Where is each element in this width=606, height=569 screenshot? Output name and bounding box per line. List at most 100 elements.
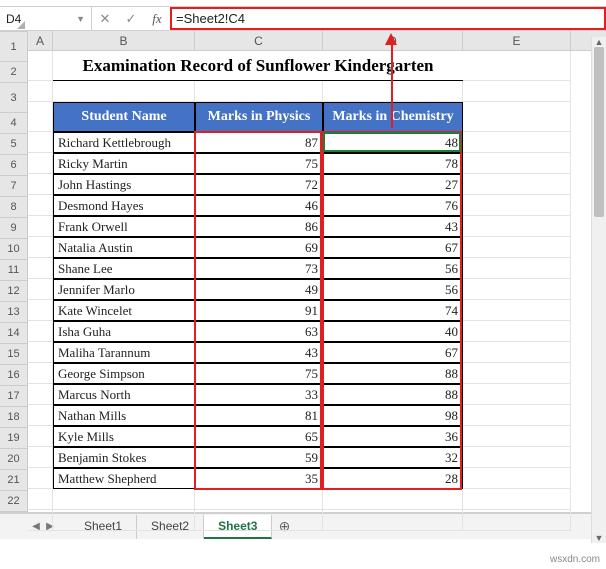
name-box-dropdown-icon[interactable]: ▼ [76,14,85,24]
row-header-17[interactable]: 17 [0,386,28,407]
cell-A15[interactable] [28,363,53,384]
cell-E6[interactable] [463,174,571,195]
row-header-12[interactable]: 12 [0,281,28,302]
physics-row15[interactable]: 75 [195,363,323,384]
student-name-row17[interactable]: Nathan Mills [53,405,195,426]
cell-E7[interactable] [463,195,571,216]
cell-E9[interactable] [463,237,571,258]
chemistry-row9[interactable]: 67 [323,237,463,258]
cell-E8[interactable] [463,216,571,237]
physics-row19[interactable]: 59 [195,447,323,468]
name-box[interactable]: D4 ▼ [0,7,92,30]
row-header-1[interactable]: 1 [0,32,28,62]
student-name-row8[interactable]: Frank Orwell [53,216,195,237]
cell-E11[interactable] [463,279,571,300]
cell-E22[interactable] [463,510,571,531]
row-header-10[interactable]: 10 [0,239,28,260]
chemistry-row20[interactable]: 28 [323,468,463,489]
physics-row7[interactable]: 46 [195,195,323,216]
student-name-row7[interactable]: Desmond Hayes [53,195,195,216]
header-chemistry[interactable]: Marks in Chemistry [323,102,463,132]
column-header-E[interactable]: E [463,31,571,50]
row-header-5[interactable]: 5 [0,134,28,155]
cell-A1[interactable] [28,51,53,81]
student-name-row15[interactable]: George Simpson [53,363,195,384]
cell-A20[interactable] [28,468,53,489]
cell-A19[interactable] [28,447,53,468]
cell-E14[interactable] [463,342,571,363]
cell-A16[interactable] [28,384,53,405]
row-header-18[interactable]: 18 [0,407,28,428]
formula-input[interactable]: =Sheet2!C4 [170,7,606,30]
cell-E18[interactable] [463,426,571,447]
cell-D2[interactable] [323,81,463,102]
cell-E21[interactable] [463,489,571,510]
row-header-21[interactable]: 21 [0,470,28,491]
column-header-C[interactable]: C [195,31,323,50]
student-name-row9[interactable]: Natalia Austin [53,237,195,258]
chemistry-row8[interactable]: 43 [323,216,463,237]
cell-A6[interactable] [28,174,53,195]
student-name-row6[interactable]: John Hastings [53,174,195,195]
cell-E5[interactable] [463,153,571,174]
cell-A8[interactable] [28,216,53,237]
student-name-row19[interactable]: Benjamin Stokes [53,447,195,468]
student-name-row20[interactable]: Matthew Shepherd [53,468,195,489]
cell-C22[interactable] [195,510,323,531]
row-header-13[interactable]: 13 [0,302,28,323]
chemistry-row19[interactable]: 32 [323,447,463,468]
physics-row9[interactable]: 69 [195,237,323,258]
cell-A3[interactable] [28,102,53,132]
student-name-row5[interactable]: Ricky Martin [53,153,195,174]
row-header-16[interactable]: 16 [0,365,28,386]
row-header-8[interactable]: 8 [0,197,28,218]
physics-row4[interactable]: 87 [195,132,323,153]
cell-E19[interactable] [463,447,571,468]
physics-row18[interactable]: 65 [195,426,323,447]
physics-row17[interactable]: 81 [195,405,323,426]
vertical-scrollbar[interactable]: ▲ ▼ [591,37,606,543]
chemistry-row14[interactable]: 67 [323,342,463,363]
cell-A7[interactable] [28,195,53,216]
chemistry-row11[interactable]: 56 [323,279,463,300]
cell-A21[interactable] [28,489,53,510]
cell-E13[interactable] [463,321,571,342]
header-physics[interactable]: Marks in Physics [195,102,323,132]
cell-E12[interactable] [463,300,571,321]
cancel-formula-icon[interactable]: ✕ [92,7,118,30]
cell-A13[interactable] [28,321,53,342]
scroll-thumb[interactable] [594,47,604,217]
cell-A14[interactable] [28,342,53,363]
header-name[interactable]: Student Name [53,102,195,132]
fx-icon[interactable]: fx [144,7,170,30]
chemistry-row12[interactable]: 74 [323,300,463,321]
column-header-B[interactable]: B [53,31,195,50]
cell-A22[interactable] [28,510,53,531]
chemistry-row13[interactable]: 40 [323,321,463,342]
cells-area[interactable]: Examination Record of Sunflower Kinderga… [28,51,606,531]
row-header-4[interactable]: 4 [0,113,28,134]
cell-A18[interactable] [28,426,53,447]
cell-B21[interactable] [53,489,195,510]
student-name-row18[interactable]: Kyle Mills [53,426,195,447]
cell-C2[interactable] [195,81,323,102]
cell-A9[interactable] [28,237,53,258]
select-all-corner[interactable] [0,31,28,32]
physics-row5[interactable]: 75 [195,153,323,174]
physics-row13[interactable]: 63 [195,321,323,342]
physics-row6[interactable]: 72 [195,174,323,195]
physics-row8[interactable]: 86 [195,216,323,237]
row-header-14[interactable]: 14 [0,323,28,344]
row-header-6[interactable]: 6 [0,155,28,176]
cell-A2[interactable] [28,81,53,102]
title-cell[interactable]: Examination Record of Sunflower Kinderga… [53,51,463,81]
scroll-down-icon[interactable]: ▼ [592,533,606,543]
chemistry-row16[interactable]: 88 [323,384,463,405]
row-header-9[interactable]: 9 [0,218,28,239]
row-header-3[interactable]: 3 [0,83,28,113]
cell-E3[interactable] [463,102,571,132]
cell-E20[interactable] [463,468,571,489]
cell-E17[interactable] [463,405,571,426]
cell-A5[interactable] [28,153,53,174]
student-name-row4[interactable]: Richard Kettlebrough [53,132,195,153]
